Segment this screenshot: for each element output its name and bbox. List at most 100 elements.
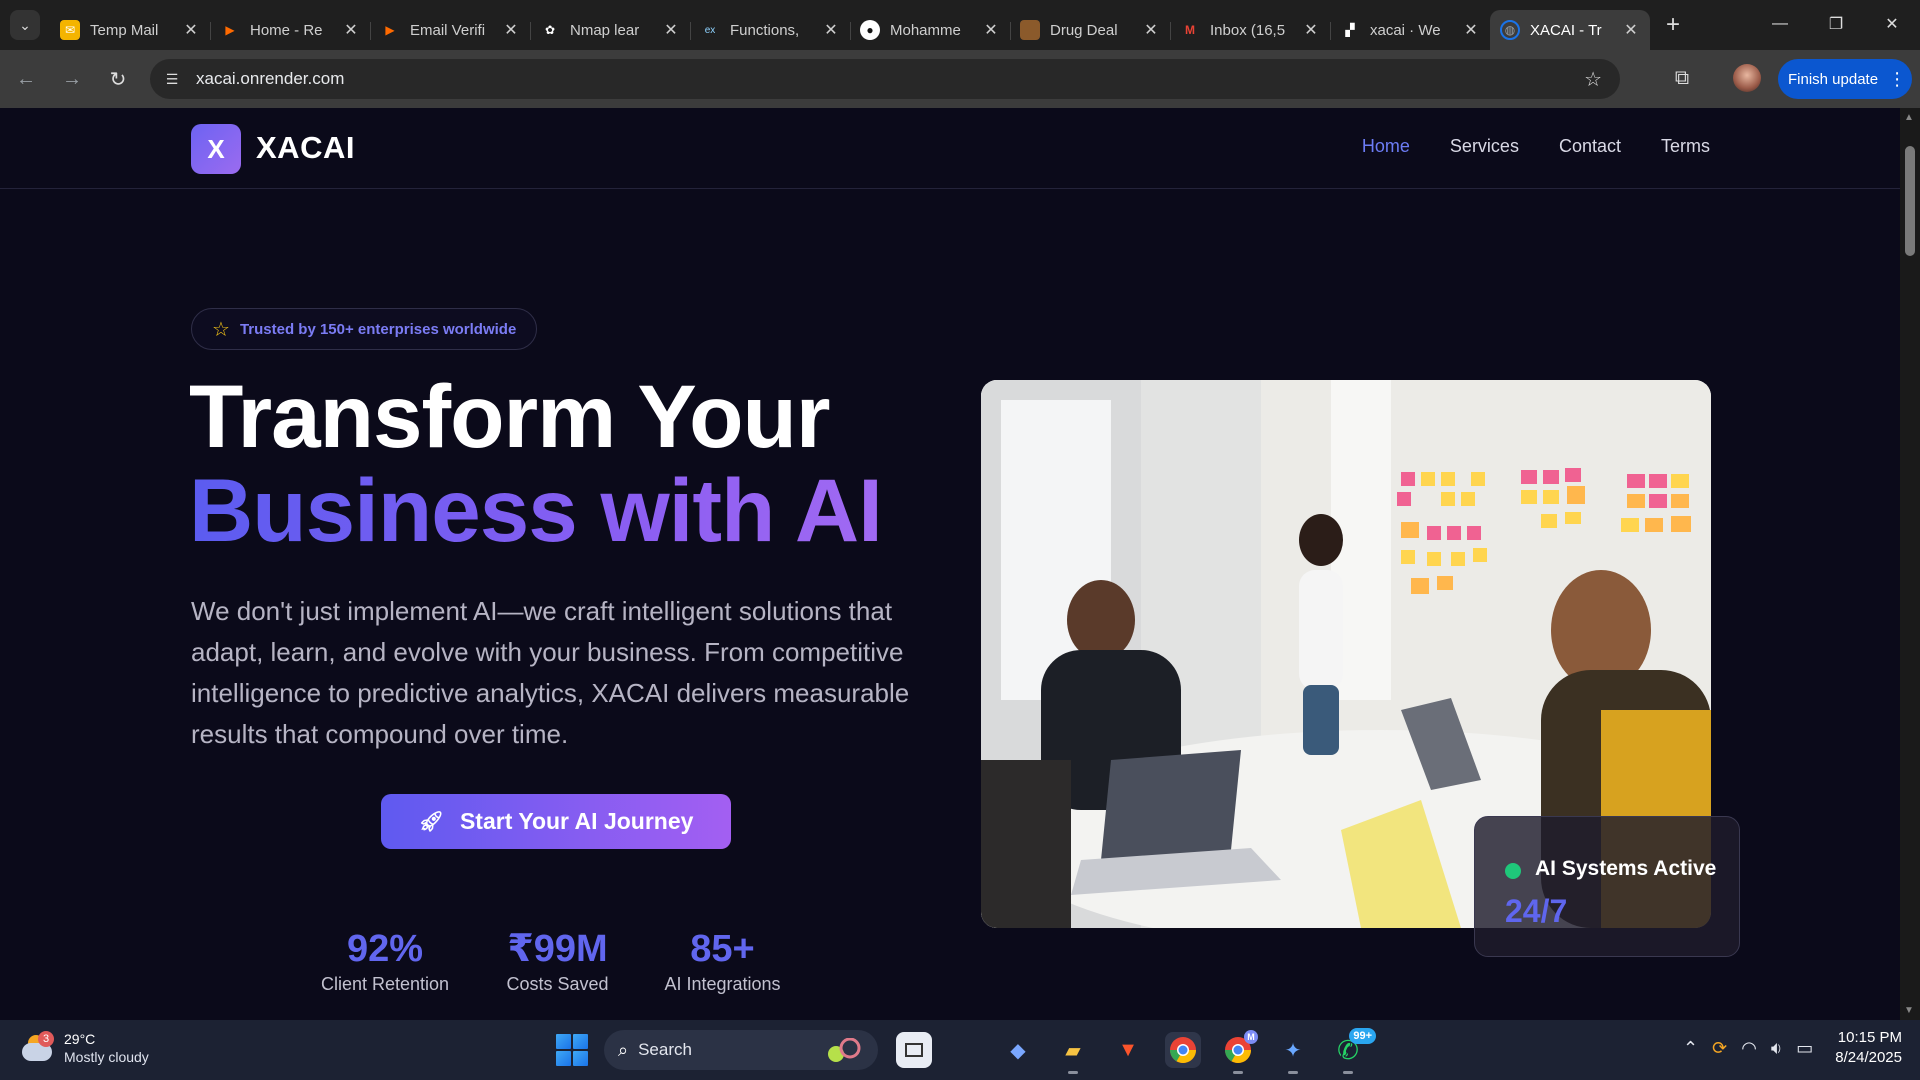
tab-github[interactable]: ● Mohamme ✕: [850, 10, 1010, 50]
tab-xacai-active[interactable]: ◍ XACAI - Tr ✕: [1490, 10, 1650, 50]
stat-ai-integrations: 85+ AI Integrations: [655, 928, 790, 995]
tab-nmap[interactable]: ✿ Nmap lear ✕: [530, 10, 690, 50]
clock[interactable]: 10:15 PM 8/24/2025: [1835, 1028, 1902, 1068]
restore-icon[interactable]: ❐: [1808, 0, 1864, 48]
nav-home[interactable]: Home: [1362, 136, 1410, 157]
copilot-icon[interactable]: ◆: [1000, 1032, 1036, 1068]
search-highlight-icon: [828, 1038, 861, 1062]
tab-home-render[interactable]: ▶ Home - Re ✕: [210, 10, 370, 50]
site-nav: Home Services Contact Terms: [1362, 136, 1710, 157]
finish-update-label: Finish update: [1788, 70, 1879, 88]
taskbar-search[interactable]: ⌕ Search: [604, 1030, 878, 1070]
close-icon[interactable]: ✕: [1622, 20, 1640, 40]
trust-text: Trusted by 150+ enterprises worldwide: [239, 320, 517, 338]
sync-icon[interactable]: ⟳: [1712, 1038, 1727, 1059]
star-icon: ☆: [212, 318, 230, 341]
tab-email-verification[interactable]: ▶ Email Verifi ✕: [370, 10, 530, 50]
url-text[interactable]: xacai.onrender.com: [196, 69, 344, 89]
tab-label: Nmap lear: [570, 21, 640, 39]
tab-search-chevron-icon[interactable]: ⌄: [10, 10, 40, 40]
dev-tool-icon[interactable]: ✦: [1275, 1032, 1311, 1074]
stat-value: 92%: [346, 928, 424, 970]
extensions-icon[interactable]: ⧉: [1664, 60, 1700, 96]
finish-update-button[interactable]: Finish update ⋮: [1778, 59, 1912, 99]
scroll-thumb[interactable]: [1905, 146, 1915, 256]
page-scrollbar[interactable]: ▲ ▼: [1900, 108, 1920, 1020]
task-view-icon[interactable]: [896, 1032, 932, 1068]
logo-mark[interactable]: X: [191, 124, 241, 174]
weather-badge: 3: [38, 1031, 54, 1047]
file-explorer-icon[interactable]: ▰: [1055, 1032, 1091, 1074]
site-header: X XACAI Home Services Contact Terms: [0, 108, 1900, 189]
more-vert-icon[interactable]: ⋮: [1888, 69, 1906, 90]
stat-label: Costs Saved: [506, 974, 609, 994]
reload-icon[interactable]: ↻: [98, 59, 138, 99]
site-info-icon[interactable]: ☰: [158, 65, 186, 93]
scroll-up-icon[interactable]: ▲: [1904, 112, 1914, 123]
tab-label: XACAI - Tr: [1530, 21, 1602, 39]
nav-terms[interactable]: Terms: [1661, 136, 1710, 157]
tab-drug-deal[interactable]: Drug Deal ✕: [1010, 10, 1170, 50]
close-icon[interactable]: ✕: [662, 20, 680, 40]
tab-label: Drug Deal: [1050, 21, 1118, 39]
render-icon: ▶: [225, 23, 235, 37]
close-window-icon[interactable]: ✕: [1864, 0, 1920, 48]
bookmark-star-icon[interactable]: ☆: [1584, 67, 1602, 92]
search-label: Search: [638, 1040, 692, 1059]
address-bar[interactable]: ☰ xacai.onrender.com ☆: [150, 59, 1620, 99]
minimize-icon[interactable]: —: [1752, 0, 1808, 48]
new-tab-button[interactable]: +: [1658, 10, 1688, 40]
tab-xacai-vercel[interactable]: ▞ xacai · We ✕: [1330, 10, 1490, 50]
chrome-profile-icon[interactable]: M: [1220, 1030, 1258, 1074]
tab-temp-mail[interactable]: ✉ Temp Mail ✕: [50, 10, 210, 50]
tab-list: ✉ Temp Mail ✕ ▶ Home - Re ✕ ▶ Email Veri…: [50, 0, 1688, 50]
image-icon: [1020, 20, 1040, 40]
github-icon: ●: [860, 20, 880, 40]
tab-label: Functions,: [730, 21, 800, 39]
volume-icon[interactable]: 🔉︎: [1771, 1038, 1782, 1059]
tab-functions[interactable]: ex Functions, ✕: [690, 10, 850, 50]
weather-widget[interactable]: 3 29°C Mostly cloudy: [20, 1030, 149, 1066]
wifi-icon[interactable]: ◠: [1741, 1038, 1757, 1059]
hero-title: Transform Your Business with AI: [189, 370, 949, 558]
windows-start-icon[interactable]: [556, 1034, 588, 1066]
search-icon: ⌕: [618, 1039, 629, 1060]
brave-browser-icon[interactable]: ▼: [1110, 1032, 1146, 1068]
stat-client-retention: 92% Client Retention: [310, 928, 460, 995]
back-arrow-icon[interactable]: ←: [6, 59, 46, 99]
close-icon[interactable]: ✕: [1302, 20, 1320, 40]
close-icon[interactable]: ✕: [1142, 20, 1160, 40]
start-ai-journey-button[interactable]: 🚀︎ Start Your AI Journey: [381, 794, 731, 849]
hero-title-line1: Transform Your: [189, 366, 830, 466]
battery-icon[interactable]: ▭: [1796, 1038, 1813, 1059]
close-icon[interactable]: ✕: [502, 20, 520, 40]
mail-icon: ✉: [60, 20, 80, 40]
tab-label: Email Verifi: [410, 21, 486, 39]
close-icon[interactable]: ✕: [982, 20, 1000, 40]
window-controls: — ❐ ✕: [1752, 0, 1920, 48]
status-value: 24/7: [1505, 893, 1568, 929]
globe-icon: ◍: [1500, 20, 1520, 40]
stat-value: 85+: [690, 928, 755, 970]
chevron-up-icon[interactable]: ⌃: [1683, 1038, 1698, 1059]
tab-label: xacai · We: [1370, 21, 1441, 39]
whatsapp-icon[interactable]: ✆ 99+: [1330, 1028, 1376, 1074]
status-online-dot: [1505, 863, 1521, 879]
nav-contact[interactable]: Contact: [1559, 136, 1621, 157]
presenter-figure: [1299, 514, 1343, 755]
scroll-down-icon[interactable]: ▼: [1904, 1005, 1914, 1016]
close-icon[interactable]: ✕: [182, 20, 200, 40]
trust-badge: ☆ Trusted by 150+ enterprises worldwide: [191, 308, 538, 350]
chrome-profile-badge: M: [1244, 1030, 1258, 1044]
brand-name[interactable]: XACAI: [256, 130, 355, 166]
tab-gmail-inbox[interactable]: M Inbox (16,5 ✕: [1170, 10, 1330, 50]
nav-services[interactable]: Services: [1450, 136, 1519, 157]
whatsapp-badge: 99+: [1349, 1028, 1376, 1044]
forward-arrow-icon[interactable]: →: [52, 59, 92, 99]
close-icon[interactable]: ✕: [1462, 20, 1480, 40]
render-icon: ▶: [385, 23, 395, 37]
profile-avatar[interactable]: [1733, 64, 1761, 92]
chrome-icon[interactable]: [1165, 1032, 1201, 1068]
close-icon[interactable]: ✕: [822, 20, 840, 40]
close-icon[interactable]: ✕: [342, 20, 360, 40]
